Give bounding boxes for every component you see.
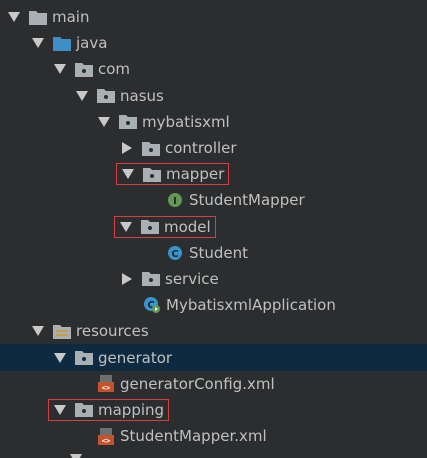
tree-row-generator[interactable]: generator [0,344,427,371]
tree-label-application: MybatisxmlApplication [166,296,336,315]
tree-label-main: main [52,8,90,27]
package-icon [141,219,159,235]
package-icon [75,402,93,418]
tree-label-student-mapper: StudentMapper [189,191,305,210]
highlight-box-mapping: mapping [48,398,170,421]
tree-row-nasus[interactable]: nasus [0,83,427,109]
chevron-down-icon[interactable] [53,62,67,76]
package-icon [143,166,161,182]
tree-label-student-mapper-xml: StudentMapper.xml [120,427,267,446]
package-icon [75,61,93,77]
tree-label-nasus: nasus [120,86,164,105]
chevron-down-icon[interactable] [53,403,67,417]
svg-text:<>: <> [102,437,110,445]
tree-row-service[interactable]: service [0,266,427,292]
interface-icon: I [166,192,184,208]
tree-row-student-mapper-xml[interactable]: <> StudentMapper.xml [0,423,427,449]
highlight-box-mapper: mapper [116,163,230,186]
tree-label-generator: generator [98,348,173,367]
tree-label-student: Student [189,243,249,262]
tree-label-com: com [98,60,131,79]
tree-row-main[interactable]: main [0,4,427,30]
chevron-down-icon[interactable] [97,115,111,129]
tree-label-mybatisxml: mybatisxml [142,112,230,131]
chevron-down-icon[interactable] [121,167,135,181]
chevron-down-icon[interactable] [31,324,45,338]
tree-label-service: service [165,269,219,288]
package-icon [142,271,160,287]
tree-row-mapper[interactable]: mapper [0,161,427,187]
package-icon [142,140,160,156]
highlight-box-model: model [114,215,216,238]
chevron-down-icon[interactable] [53,351,67,365]
tree-label-controller: controller [165,139,237,158]
tree-row-student-mapper[interactable]: I StudentMapper [0,187,427,213]
resources-folder-icon [53,323,71,339]
chevron-down-icon[interactable] [119,220,133,234]
xml-file-icon: <> [97,375,115,393]
chevron-right-icon[interactable] [120,272,134,286]
svg-text:I: I [173,196,177,207]
project-tree: main java com nasus mybatisxml controlle… [0,4,427,449]
tree-row-application[interactable]: C MybatisxmlApplication [0,292,427,318]
tree-row-generator-config[interactable]: <> generatorConfig.xml [0,371,427,397]
spring-boot-class-icon: C [143,297,161,314]
tree-row-controller[interactable]: controller [0,135,427,161]
chevron-down-icon[interactable] [31,36,45,50]
tree-label-java: java [76,34,108,53]
folder-icon [29,9,47,25]
source-folder-icon [53,35,71,51]
tree-row-student[interactable]: C Student [0,240,427,266]
tree-label-mapping: mapping [98,400,165,419]
package-icon [119,114,137,130]
tree-label-generator-config: generatorConfig.xml [120,374,275,393]
chevron-down-icon[interactable] [7,10,21,24]
package-icon [75,350,93,366]
tree-row-com[interactable]: com [0,56,427,82]
svg-text:<>: <> [102,384,110,392]
chevron-down-icon[interactable] [75,89,89,103]
tree-row-java[interactable]: java [0,30,427,56]
package-icon [97,88,115,104]
chevron-right-icon[interactable] [120,141,134,155]
xml-file-icon: <> [97,427,115,445]
tree-row-mybatisxml[interactable]: mybatisxml [0,109,427,135]
tree-row-model[interactable]: model [0,214,427,240]
tree-label-model: model [164,217,211,236]
tree-label-resources: resources [76,322,149,341]
tree-label-mapper: mapper [166,165,225,184]
tree-row-mapping[interactable]: mapping [0,397,427,423]
class-icon: C [166,245,184,261]
svg-text:C: C [171,249,178,260]
tree-row-resources[interactable]: resources [0,318,427,344]
